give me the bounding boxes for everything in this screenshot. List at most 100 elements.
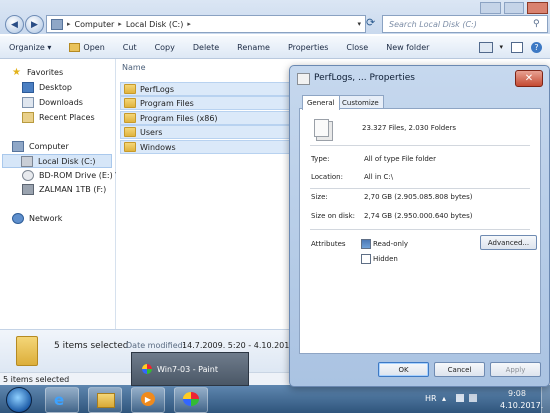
properties-button[interactable]: Properties xyxy=(279,43,337,52)
read-only-checkbox[interactable] xyxy=(361,239,371,249)
apply-button[interactable]: Apply xyxy=(490,362,541,377)
open-button[interactable]: Open xyxy=(60,42,113,52)
folder-icon xyxy=(124,113,136,123)
nav-zalman[interactable]: ZALMAN 1TB (F:) xyxy=(22,184,106,195)
nav-network-label: Network xyxy=(29,214,63,223)
taskbar-thumbnail[interactable]: Win7-03 - Paint xyxy=(131,352,249,386)
nav-bd-rom[interactable]: BD-ROM Drive (E:) V xyxy=(22,170,121,181)
forward-button[interactable]: ▶ xyxy=(25,15,44,34)
nav-recent-places[interactable]: Recent Places xyxy=(22,112,95,123)
nav-bdrom-label: BD-ROM Drive (E:) V xyxy=(39,171,121,180)
copy-button[interactable]: Copy xyxy=(146,43,184,52)
folder-icon xyxy=(124,84,136,94)
taskbar-media-player-button[interactable]: ▶ xyxy=(131,387,165,413)
hard-drive-icon xyxy=(21,155,33,167)
volume-tray-icon[interactable] xyxy=(469,394,477,402)
dropdown-arrow-icon[interactable]: ▾ xyxy=(357,20,365,28)
type-label: Type: xyxy=(311,155,330,163)
folder-row-users[interactable]: Users xyxy=(120,125,317,139)
nav-favorites[interactable]: ★ Favorites xyxy=(12,67,64,78)
nav-desktop[interactable]: Desktop xyxy=(22,82,72,93)
preview-pane-icon[interactable] xyxy=(511,41,523,53)
cancel-button[interactable]: Cancel xyxy=(434,362,485,377)
size-label: Size: xyxy=(311,193,328,201)
breadcrumb-computer[interactable]: Computer xyxy=(71,20,119,29)
command-bar: Organize ▾ Open Cut Copy Delete Rename P… xyxy=(0,36,550,59)
nav-computer[interactable]: Computer xyxy=(12,141,69,152)
folder-row-perflogs[interactable]: PerfLogs xyxy=(120,82,317,96)
folder-icon xyxy=(124,127,136,137)
nav-zalman-label: ZALMAN 1TB (F:) xyxy=(39,185,107,194)
taskbar-paint-button[interactable] xyxy=(174,387,208,413)
details-selected-count: 5 items selected xyxy=(54,341,129,351)
cut-button[interactable]: Cut xyxy=(114,43,146,52)
help-icon[interactable]: ? xyxy=(531,41,542,53)
organize-button[interactable]: Organize ▾ xyxy=(0,43,60,52)
folder-row-program-files[interactable]: Program Files xyxy=(120,96,317,110)
start-button[interactable] xyxy=(6,387,32,413)
ok-button[interactable]: OK xyxy=(378,362,429,377)
search-placeholder: Search Local Disk (C:) xyxy=(389,19,477,29)
hidden-checkbox[interactable] xyxy=(361,254,371,264)
folder-row-program-files-x86[interactable]: Program Files (x86) xyxy=(120,111,317,125)
dialog-close-button[interactable]: ✕ xyxy=(515,70,543,87)
refresh-icon[interactable]: ⟳ xyxy=(366,16,379,30)
back-button[interactable]: ◀ xyxy=(5,15,24,34)
location-value: All in C:\ xyxy=(364,173,394,181)
file-folder-count: 23.327 Files, 2.030 Folders xyxy=(362,124,457,132)
minimize-button[interactable] xyxy=(480,2,501,14)
properties-dialog: PerfLogs, ... Properties ✕ General Custo… xyxy=(289,65,550,387)
clock-time[interactable]: 9:08 xyxy=(508,389,526,398)
nav-downloads-label: Downloads xyxy=(39,98,83,107)
close-button[interactable]: Close xyxy=(337,43,377,52)
tray-expand-icon[interactable]: ▴ xyxy=(442,394,446,403)
internet-explorer-icon: e xyxy=(54,391,65,409)
maximize-button[interactable] xyxy=(503,2,525,14)
address-field[interactable]: ▸ Computer ▸ Local Disk (C:) ▸ ▾ xyxy=(46,15,366,33)
search-input[interactable]: Search Local Disk (C:) ⚲ xyxy=(382,15,548,33)
nav-localdisk-label: Local Disk (C:) xyxy=(38,156,96,166)
clock-date[interactable]: 4.10.2017. xyxy=(500,401,543,410)
thumbnail-label: Win7-03 - Paint xyxy=(157,364,218,374)
folder-name: Windows xyxy=(140,142,176,152)
nav-local-disk[interactable]: Local Disk (C:) xyxy=(2,154,112,168)
usb-drive-icon xyxy=(22,184,34,195)
recent-places-icon xyxy=(22,112,34,123)
folder-row-windows[interactable]: Windows xyxy=(120,140,317,154)
advanced-button[interactable]: Advanced... xyxy=(480,235,537,250)
nav-desktop-label: Desktop xyxy=(39,83,72,92)
delete-button[interactable]: Delete xyxy=(184,43,228,52)
tab-customize[interactable]: Customize xyxy=(337,95,384,109)
nav-favorites-label: Favorites xyxy=(27,68,64,77)
read-only-label: Read-only xyxy=(373,240,409,248)
address-bar-area: ◀ ▶ ▸ Computer ▸ Local Disk (C:) ▸ ▾ ⟳ S… xyxy=(0,0,550,34)
nav-downloads[interactable]: Downloads xyxy=(22,97,83,108)
network-tray-icon[interactable] xyxy=(456,394,464,402)
view-dropdown-icon[interactable]: ▾ xyxy=(499,43,503,51)
size-on-disk-value: 2,74 GB (2.950.000.640 bytes) xyxy=(364,212,473,220)
details-modified-label: Date modified: xyxy=(126,341,186,350)
media-player-icon: ▶ xyxy=(141,392,155,406)
view-options-icon[interactable] xyxy=(479,41,494,53)
language-indicator[interactable]: HR xyxy=(425,394,437,403)
open-label: Open xyxy=(83,42,105,52)
show-desktop-button[interactable] xyxy=(541,385,550,413)
column-header-name[interactable]: Name xyxy=(122,63,146,72)
star-icon: ★ xyxy=(12,67,21,78)
location-label: Location: xyxy=(311,173,343,181)
breadcrumb-local-disk[interactable]: Local Disk (C:) xyxy=(122,20,188,29)
rename-button[interactable]: Rename xyxy=(228,43,279,52)
new-folder-button[interactable]: New folder xyxy=(377,43,438,52)
divider xyxy=(310,188,530,189)
multiple-files-icon xyxy=(314,119,329,137)
taskbar-explorer-button[interactable] xyxy=(88,387,122,413)
window-close-button[interactable] xyxy=(527,2,549,14)
desktop-icon xyxy=(22,82,34,93)
size-value: 2,70 GB (2.905.085.808 bytes) xyxy=(364,193,473,201)
explorer-folder-icon xyxy=(97,393,115,408)
tab-general[interactable]: General xyxy=(302,95,340,110)
nav-network[interactable]: Network xyxy=(12,213,62,224)
taskbar-ie-button[interactable]: e xyxy=(45,387,79,413)
paint-palette-icon xyxy=(183,392,199,406)
search-icon[interactable]: ⚲ xyxy=(533,19,547,29)
